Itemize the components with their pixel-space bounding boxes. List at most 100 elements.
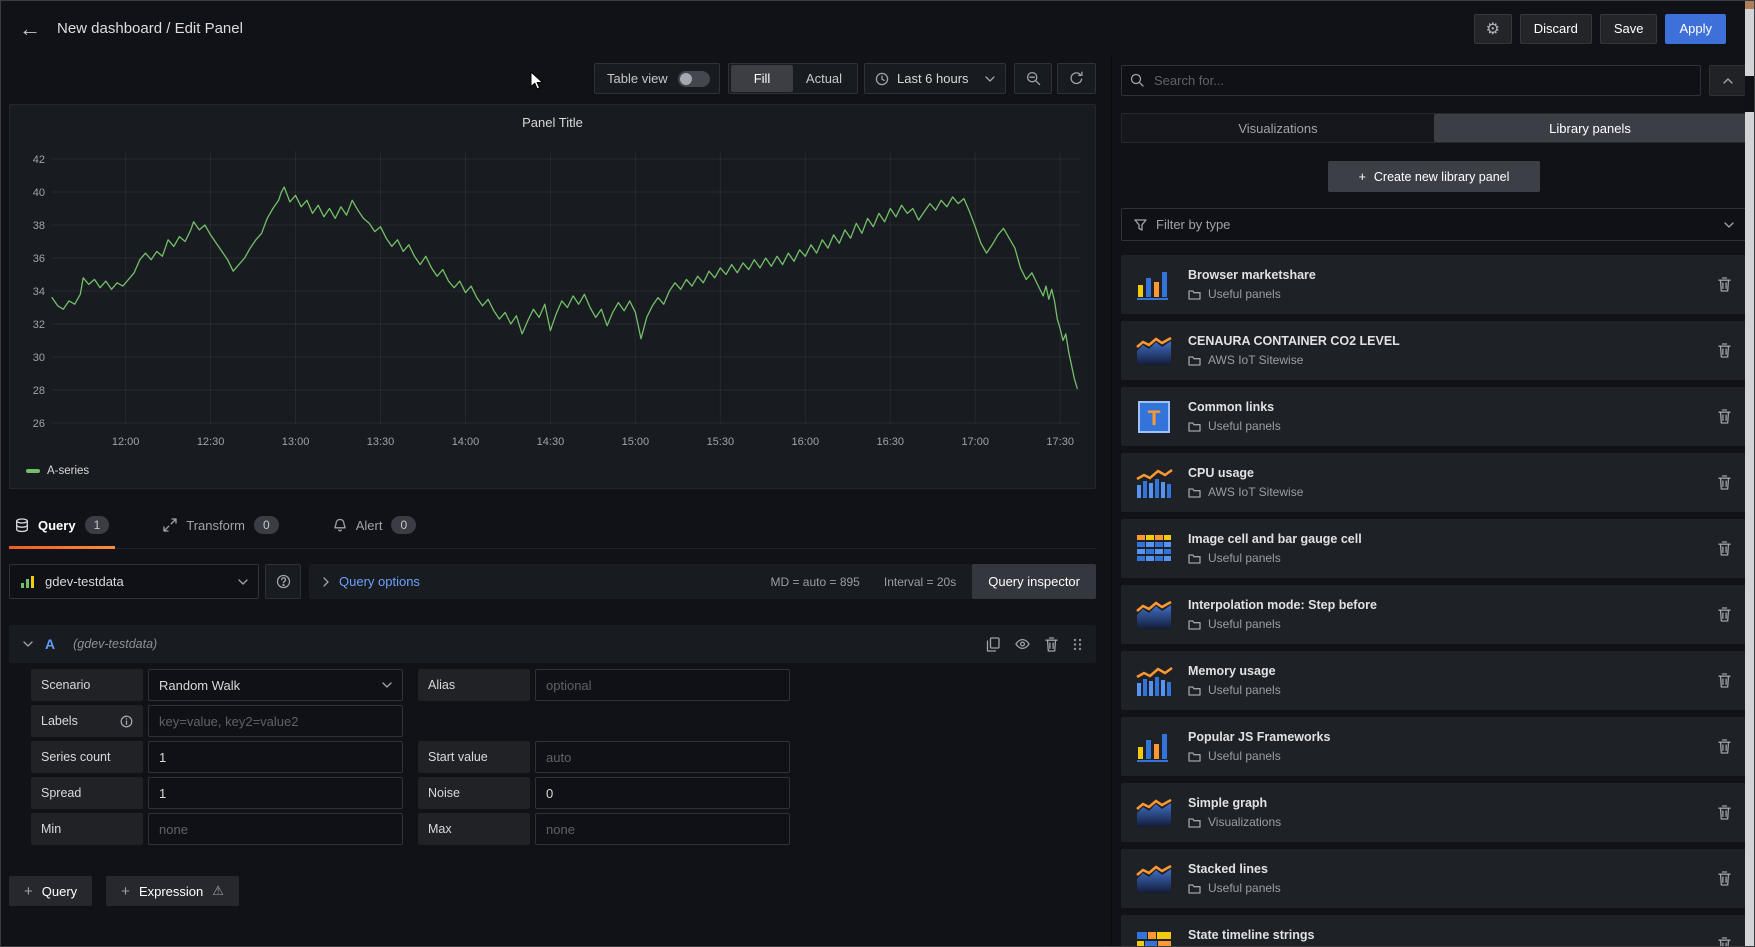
zoom-out-button[interactable] [1014,63,1052,94]
copy-icon [986,637,1000,652]
library-panel-name: Image cell and bar gauge cell [1188,532,1362,546]
delete-library-panel-button[interactable] [1718,277,1731,292]
delete-library-panel-button[interactable] [1718,343,1731,358]
max-input[interactable] [535,813,790,845]
spread-input[interactable] [148,777,403,809]
library-panel-item[interactable]: T Common links Useful panels [1121,387,1747,446]
tab-alert[interactable]: Alert 0 [327,506,422,548]
zoom-out-icon [1026,71,1041,86]
labels-input[interactable] [148,705,403,737]
warning-icon: ⚠ [212,883,224,899]
clock-icon [875,72,889,86]
legend-item-a-series[interactable]: A-series [26,465,89,477]
min-input[interactable] [148,813,403,845]
library-panel-item[interactable]: Stacked lines Useful panels [1121,849,1747,908]
back-arrow-icon[interactable]: ← [19,18,41,40]
text-panel-icon: T [1135,401,1173,433]
delete-query-button[interactable] [1045,637,1058,652]
search-input[interactable] [1121,65,1701,96]
library-panel-item[interactable]: Browser marketshare Useful panels [1121,255,1747,314]
series-count-input[interactable] [148,741,403,773]
drag-query-handle[interactable] [1073,638,1082,651]
library-panel-item[interactable]: Simple graph Visualizations [1121,783,1747,842]
bar-chart-panel-icon [1135,269,1173,301]
delete-library-panel-button[interactable] [1718,805,1731,820]
chevron-down-icon [1724,222,1734,228]
library-panel-name: CPU usage [1188,466,1303,480]
start-value-input[interactable] [535,741,790,773]
noise-input[interactable] [535,777,790,809]
delete-library-panel-button[interactable] [1718,607,1731,622]
trash-icon [1718,607,1731,622]
tab-library-panels[interactable]: Library panels [1434,114,1746,142]
delete-library-panel-button[interactable] [1718,871,1731,886]
tab-transform[interactable]: Transform 0 [157,506,284,548]
toggle-query-visibility-button[interactable] [1015,638,1030,650]
grafana-edit-panel: ← New dashboard / Edit Panel ⚙ Discard S… [0,0,1755,947]
alias-input[interactable] [535,669,790,701]
datasource-picker[interactable]: gdev-testdata [9,564,259,599]
delete-library-panel-button[interactable] [1718,409,1731,424]
create-library-panel-button[interactable]: + Create new library panel [1328,161,1540,192]
delete-library-panel-button[interactable] [1718,541,1731,556]
duplicate-query-button[interactable] [986,637,1000,652]
options-sidebar: Visualizations Library panels + Create n… [1111,56,1747,947]
library-panel-name: Browser marketshare [1188,268,1316,282]
library-panel-item[interactable]: Popular JS Frameworks Useful panels [1121,717,1747,776]
delete-library-panel-button[interactable] [1718,475,1731,490]
query-options-toggle[interactable]: Query options [339,574,420,589]
panel-settings-button[interactable]: ⚙ [1474,14,1512,44]
legend-label: A-series [47,465,89,477]
trash-icon [1718,805,1731,820]
window-scrollbar[interactable] [1745,1,1754,947]
library-panel-item[interactable]: Memory usage Useful panels [1121,651,1747,710]
svg-text:12:00: 12:00 [112,436,140,448]
library-panel-name: Stacked lines [1188,862,1281,876]
filter-by-type-select[interactable]: Filter by type [1121,208,1747,241]
series-count-label: Series count [31,741,143,773]
table-view-toggle[interactable] [678,71,710,87]
add-query-button[interactable]: + Query [9,876,92,906]
timeseries-chart[interactable]: 26283032343638404212:0012:3013:0013:3014… [20,141,1087,459]
library-panel-item[interactable]: State timeline strings Useful panels [1121,915,1747,947]
library-panel-folder: Useful panels [1208,683,1281,697]
library-panel-item[interactable]: Image cell and bar gauge cell Useful pan… [1121,519,1747,578]
fill-button[interactable]: Fill [731,65,793,92]
discard-button[interactable]: Discard [1520,14,1592,44]
scrollbar-thumb[interactable] [1745,76,1754,112]
refresh-button[interactable] [1057,63,1096,94]
library-panel-item[interactable]: CPU usage AWS IoT Sitewise [1121,453,1747,512]
library-panel-name: Interpolation mode: Step before [1188,598,1377,612]
delete-library-panel-button[interactable] [1718,937,1731,947]
actual-button[interactable]: Actual [793,65,855,92]
save-button[interactable]: Save [1600,14,1658,44]
svg-text:12:30: 12:30 [197,436,225,448]
folder-icon [1188,553,1201,564]
datasource-help-button[interactable] [265,564,301,599]
library-panel-item[interactable]: CENAURA CONTAINER CO2 LEVEL AWS IoT Site… [1121,321,1747,380]
tab-query[interactable]: Query 1 [9,506,115,548]
timeseries-panel-icon [1135,335,1173,367]
add-expression-button[interactable]: + Expression ⚠ [106,876,239,906]
collapse-sidebar-button[interactable] [1709,65,1747,96]
library-panel-folder: Useful panels [1208,551,1281,565]
delete-library-panel-button[interactable] [1718,673,1731,688]
tab-visualizations[interactable]: Visualizations [1122,114,1434,142]
apply-button[interactable]: Apply [1665,14,1726,44]
editor-tabbar: Query 1 Transform 0 Alert 0 [9,506,1096,549]
library-panel-item[interactable]: Interpolation mode: Step before Useful p… [1121,585,1747,644]
chevron-down-icon [382,682,392,688]
trash-icon [1718,673,1731,688]
database-icon [15,518,29,533]
query-inspector-button[interactable]: Query inspector [972,564,1096,599]
query-row-header[interactable]: A (gdev-testdata) [9,625,1096,663]
time-range-label: Last 6 hours [897,71,969,86]
svg-text:17:30: 17:30 [1046,436,1074,448]
datasource-name: gdev-testdata [45,574,124,589]
delete-library-panel-button[interactable] [1718,739,1731,754]
transform-count-badge: 0 [254,516,279,534]
top-header: ← New dashboard / Edit Panel ⚙ Discard S… [1,1,1754,56]
scenario-select[interactable]: Random Walk [148,669,403,701]
time-range-picker[interactable]: Last 6 hours [864,63,1006,94]
library-panel-folder: Useful panels [1208,617,1281,631]
